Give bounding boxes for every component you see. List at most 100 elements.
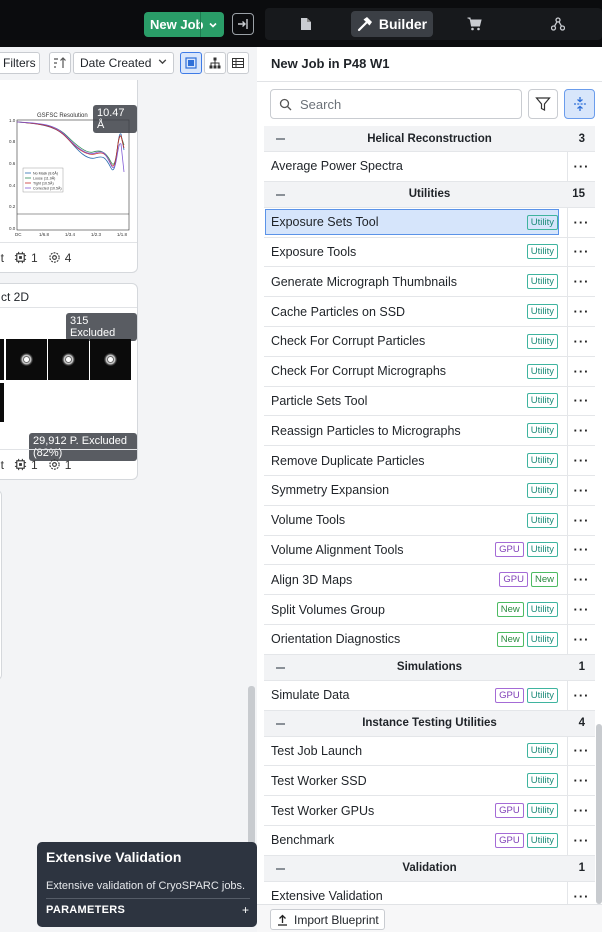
more-options-icon[interactable]: ··· — [567, 680, 595, 710]
utility-tag: Utility — [526, 773, 558, 789]
more-options-icon[interactable]: ··· — [567, 624, 595, 654]
job-type-name: Test Worker GPUs — [271, 803, 375, 818]
section-header[interactable]: Simulations 1 — [264, 654, 595, 681]
job-type-row[interactable]: Test Job Launch Utility ··· — [264, 736, 595, 767]
tab-details[interactable] — [293, 11, 319, 37]
section-header[interactable]: Validation 1 — [264, 855, 595, 882]
more-options-icon[interactable]: ··· — [567, 386, 595, 416]
utility-tag: Utility — [526, 214, 558, 230]
section-name: Utilities — [408, 188, 451, 201]
collapse-all-button[interactable] — [564, 89, 595, 119]
expand-icon[interactable]: + — [242, 903, 249, 917]
job-type-row[interactable]: Exposure Tools Utility ··· — [264, 237, 595, 268]
fsc-plot-title: GSFSC Resolution — [37, 113, 88, 119]
section-header[interactable]: Instance Testing Utilities 4 — [264, 710, 595, 737]
table-view-button[interactable] — [227, 52, 249, 74]
more-options-icon[interactable]: ··· — [567, 326, 595, 356]
more-options-icon[interactable]: ··· — [567, 796, 595, 825]
search-input[interactable] — [300, 96, 500, 112]
more-options-icon[interactable]: ··· — [567, 736, 595, 766]
more-options-icon[interactable]: ··· — [567, 475, 595, 505]
more-options-icon[interactable]: ··· — [567, 237, 595, 267]
more-options-icon[interactable]: ··· — [567, 535, 595, 565]
divider — [46, 898, 250, 899]
more-options-icon[interactable]: ··· — [567, 446, 595, 475]
job-type-name: Check For Corrupt Particles — [271, 334, 426, 349]
job-type-row[interactable]: Test Worker GPUs GPU Utility ··· — [264, 796, 595, 826]
utility-tag: Utility — [526, 832, 558, 848]
new-job-button[interactable]: New Job — [144, 12, 224, 37]
chevron-down-icon[interactable] — [200, 12, 224, 37]
job-builder-panel: Builder New Job in P48 W1 Helical Recons… — [257, 0, 602, 932]
job-type-name: Particle Sets Tool — [271, 393, 368, 408]
more-options-icon[interactable]: ··· — [567, 825, 595, 855]
job-type-row[interactable]: Remove Duplicate Particles Utility ··· — [264, 446, 595, 476]
more-options-icon[interactable]: ··· — [567, 416, 595, 446]
more-options-icon[interactable]: ··· — [567, 356, 595, 386]
section-count: 4 — [578, 717, 585, 730]
job-type-row[interactable]: Check For Corrupt Micrographs Utility ··· — [264, 356, 595, 387]
class-thumbnail — [48, 339, 89, 380]
sort-direction-button[interactable] — [49, 52, 71, 74]
filter-button[interactable] — [528, 89, 558, 119]
job-type-row[interactable]: Symmetry Expansion Utility ··· — [264, 475, 595, 506]
job-type-name: Volume Tools — [271, 513, 346, 528]
sort-select[interactable]: Date Created — [73, 52, 174, 74]
job-type-name: Reassign Particles to Micrographs — [271, 423, 461, 438]
exit-icon[interactable] — [232, 13, 254, 35]
legend-item: Tight (10.5Å) — [33, 181, 54, 186]
job-type-row[interactable]: Generate Micrograph Thumbnails Utility ··· — [264, 267, 595, 298]
more-options-icon[interactable]: ··· — [567, 565, 595, 595]
job-type-row[interactable]: Volume Alignment Tools GPU Utility ··· — [264, 535, 595, 566]
scrollbar[interactable] — [596, 724, 602, 904]
divider — [257, 81, 602, 82]
job-type-row[interactable]: Benchmark GPU Utility ··· — [264, 825, 595, 856]
chip-icon — [14, 458, 27, 471]
tooltip-parameters-label[interactable]: PARAMETERS — [46, 904, 125, 916]
gpu-tag: GPU — [499, 572, 528, 588]
job-tags: Utility — [526, 743, 558, 759]
job-type-row[interactable]: Volume Tools Utility ··· — [264, 505, 595, 536]
job-card-refinement[interactable]: GSFSC Resolution 1.0 0.8 0.6 0.4 0.2 0.0 DC 1/… — [0, 80, 138, 273]
class-thumbnail — [6, 339, 47, 380]
cart-icon — [467, 17, 482, 31]
import-blueprint-button[interactable]: Import Blueprint — [270, 909, 385, 930]
search-box[interactable] — [270, 89, 522, 119]
job-type-row[interactable]: Orientation Diagnostics New Utility ··· — [264, 624, 595, 655]
job-type-name: Symmetry Expansion — [271, 483, 390, 498]
more-options-icon[interactable]: ··· — [567, 152, 595, 181]
job-type-row[interactable]: Test Worker SSD Utility ··· — [264, 766, 595, 797]
job-type-row[interactable]: Particle Sets Tool Utility ··· — [264, 386, 595, 417]
tree-view-button[interactable] — [204, 52, 226, 74]
more-options-icon[interactable]: ··· — [567, 207, 595, 237]
job-type-row[interactable]: Simulate Data GPU Utility ··· — [264, 680, 595, 711]
job-tags: Utility — [526, 482, 558, 498]
job-type-row[interactable]: Check For Corrupt Particles Utility ··· — [264, 326, 595, 357]
more-options-icon[interactable]: ··· — [567, 595, 595, 624]
more-options-icon[interactable]: ··· — [567, 505, 595, 535]
tab-cart[interactable] — [461, 11, 487, 37]
job-type-row[interactable]: Exposure Sets Tool Utility ··· — [264, 207, 595, 238]
filters-button[interactable]: Filters — [0, 52, 40, 74]
job-type-row[interactable]: Average Power Spectra ··· — [264, 152, 595, 182]
more-options-icon[interactable]: ··· — [567, 766, 595, 796]
section-header[interactable]: Utilities 15 — [264, 181, 595, 208]
panel-title: New Job in P48 W1 — [271, 56, 390, 71]
more-options-icon[interactable]: ··· — [567, 297, 595, 326]
job-card-select-2d[interactable]: ct 2D 315 Excluded 29,912 P. Excluded (8… — [0, 283, 138, 480]
section-count: 1 — [578, 862, 585, 875]
job-type-row[interactable]: Align 3D Maps GPU New ··· — [264, 565, 595, 596]
job-type-row[interactable]: Reassign Particles to Micrographs Utility… — [264, 416, 595, 447]
card-view-button[interactable] — [180, 52, 202, 74]
section-header[interactable]: Helical Reconstruction 3 — [264, 126, 595, 152]
job-type-row[interactable]: Split Volumes Group New Utility ··· — [264, 595, 595, 625]
section-name: Helical Reconstruction — [367, 132, 492, 145]
more-options-icon[interactable]: ··· — [567, 267, 595, 297]
utility-tag: Utility — [526, 304, 558, 320]
svg-text:1/3.4: 1/3.4 — [65, 232, 76, 237]
job-card-partial[interactable] — [0, 490, 2, 680]
section-count: 15 — [572, 188, 585, 201]
tab-workflow[interactable] — [545, 11, 571, 37]
tab-builder[interactable]: Builder — [351, 11, 433, 37]
job-type-row[interactable]: Cache Particles on SSD Utility ··· — [264, 297, 595, 327]
